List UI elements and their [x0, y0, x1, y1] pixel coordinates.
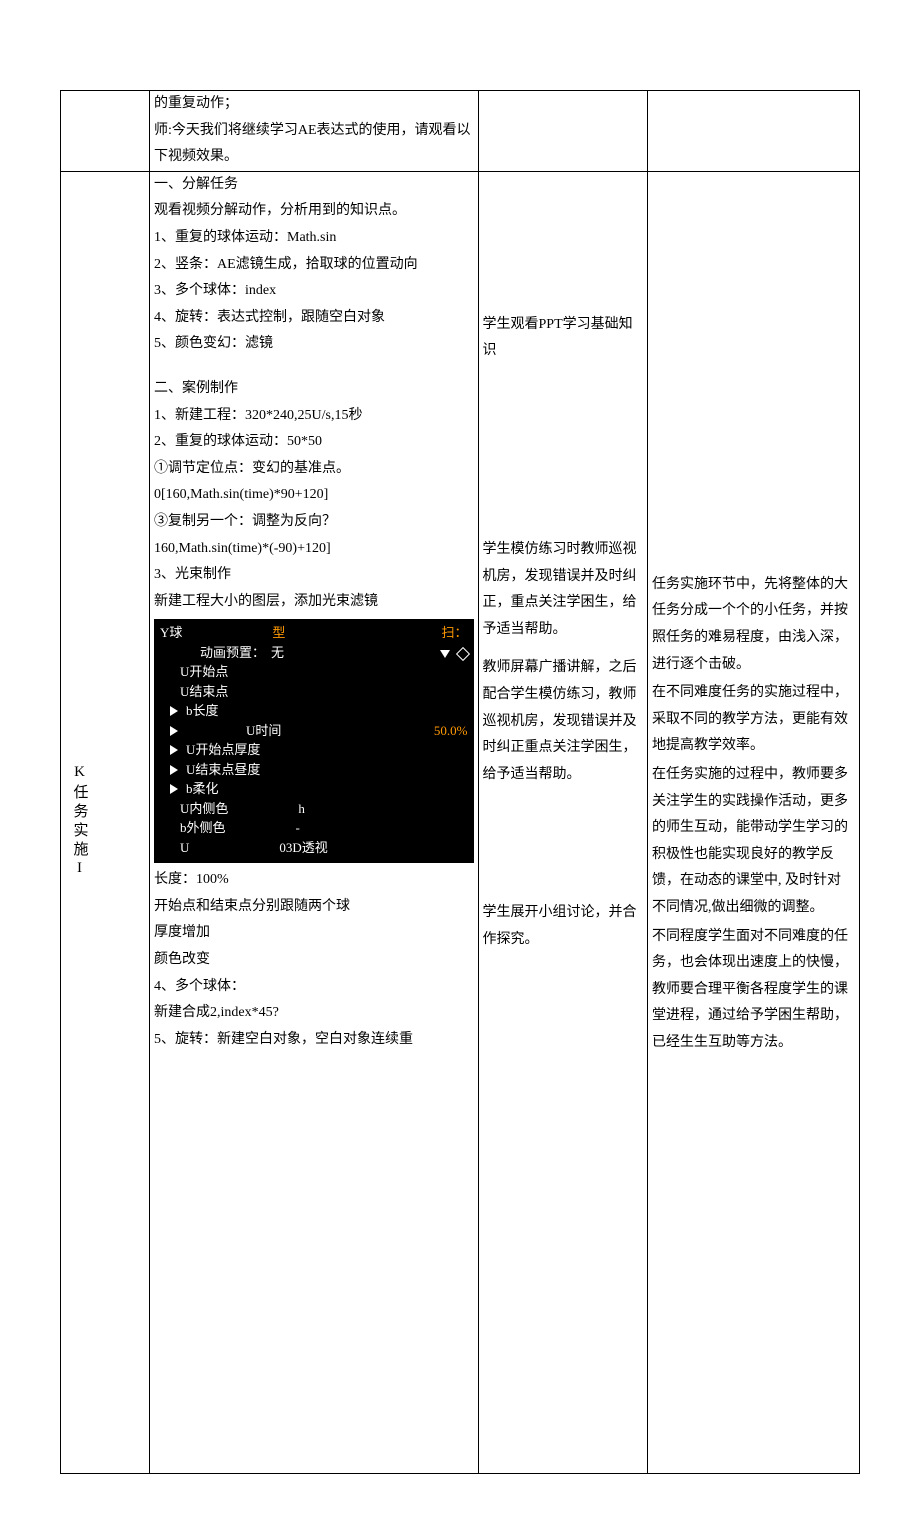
row-task: K任务实施I 一、分解任务 观看视频分解动作，分析用到的知识点。 1、重复的球体…: [61, 171, 860, 1473]
panel-preset-label: 动画预置：: [200, 643, 265, 663]
sec1-line4: 3、多个球体：index: [154, 278, 474, 305]
expand-triangle-icon: [170, 765, 178, 775]
panel-line-end: U结束点: [160, 682, 468, 702]
sec2-line3: ①调节定位点：变幻的基准点。: [154, 456, 474, 483]
row-intro-label-cell: [61, 91, 150, 172]
after-line-4: 颜色改变: [154, 947, 474, 974]
intent-para-4: 不同程度学生面对不同难度的任务，也会体现出速度上的快慢，教师要合理平衡各程度学生…: [652, 924, 855, 1057]
lesson-plan-table: 的重复动作； 师:今天我们将继续学习AE表达式的使用，请观看以下视频效果。 K任…: [60, 90, 860, 1474]
panel-row-end-thick: U结束点昼度: [160, 760, 468, 780]
sec2-line1: 1、新建工程：320*240,25U/s,15秒: [154, 403, 474, 430]
panel-row-time-label: U时间: [246, 721, 281, 741]
intent-para-2: 在不同难度任务的实施过程中，采取不同的教学方法，更能有效地提高教学效率。: [652, 680, 855, 760]
panel-inner-color-l: U内侧色: [180, 799, 228, 819]
expand-triangle-icon: [170, 726, 178, 736]
row-intro: 的重复动作； 师:今天我们将继续学习AE表达式的使用，请观看以下视频效果。: [61, 91, 860, 172]
after-line-1: 长度：100%: [154, 867, 474, 894]
after-line-3: 厚度增加: [154, 920, 474, 947]
panel-outer-color-r: -: [296, 818, 300, 838]
task-content-cell: 一、分解任务 观看视频分解动作，分析用到的知识点。 1、重复的球体运动：Math…: [150, 171, 479, 1473]
panel-row-3d: U 03D透视: [160, 838, 468, 858]
panel-row-inner-color: U内侧色 h: [160, 799, 468, 819]
dropdown-triangle-icon: [440, 650, 450, 658]
panel-row-start-thick-label: U开始点厚度: [186, 740, 260, 760]
after-line-5: 4、多个球体：: [154, 974, 474, 1001]
activity-block-1: 学生观看PPT学习基础知识: [483, 312, 644, 365]
row-task-label-cell: K任务实施I: [61, 171, 150, 1473]
panel-row-outer-color: b外侧色 -: [160, 818, 468, 838]
design-intent-cell: 任务实施环节中，先将整体的大任务分成一个个的小任务，并按照任务的难易程度，由浅入…: [648, 171, 860, 1473]
after-line-6: 新建合成2,index*45?: [154, 1000, 474, 1027]
ae-effect-panel: Y球 型 扫： 动画预置： 无 U开始点 U结束点 b长度: [154, 619, 474, 863]
panel-row-time: U时间 50.0%: [160, 721, 468, 741]
row-intro-col3: [478, 91, 648, 172]
panel-preset-icons: [436, 643, 467, 663]
sec1-line6: 5、颜色变幻：滤镜: [154, 331, 474, 358]
sec1-line1: 观看视频分解动作，分析用到的知识点。: [154, 198, 474, 225]
panel-3d-l: U: [180, 838, 189, 858]
after-line-7: 5、旋转：新建空白对象，空白对象连续重: [154, 1027, 474, 1054]
sec2-title: 二、案例制作: [154, 376, 474, 403]
panel-header: Y球 型 扫：: [160, 623, 468, 643]
panel-row-end-thick-label: U结束点昼度: [186, 760, 260, 780]
panel-row-length-label: b长度: [186, 701, 219, 721]
sec2-line8: 新建工程大小的图层，添加光束滤镜: [154, 589, 474, 616]
intro-line-1: 的重复动作；: [154, 91, 474, 118]
after-line-2: 开始点和结束点分别跟随两个球: [154, 894, 474, 921]
sec2-line2: 2、重复的球体运动：50*50: [154, 429, 474, 456]
sec1-line3: 2、竖条：AE滤镜生成，拾取球的位置动向: [154, 252, 474, 279]
sec1-line2: 1、重复的球体运动：Math.sin: [154, 225, 474, 252]
sec1-title: 一、分解任务: [154, 172, 474, 199]
panel-header-left: Y球: [160, 623, 182, 643]
panel-preset-value: 无: [271, 643, 284, 663]
expand-triangle-icon: [170, 784, 178, 794]
sec1-line5: 4、旋转：表达式控制，跟随空白对象: [154, 305, 474, 332]
expand-triangle-icon: [170, 706, 178, 716]
panel-preset-row: 动画预置： 无: [160, 643, 468, 663]
panel-inner-color-r: h: [298, 799, 305, 819]
activity-block-3: 教师屏幕广播讲解，之后配合学生模仿练习，教师巡视机房，发现错误并及时纠正重点关注…: [483, 655, 644, 788]
sec2-line6: 160,Math.sin(time)*(-90)+120]: [154, 536, 474, 563]
expand-triangle-icon: [170, 745, 178, 755]
diamond-icon: [455, 647, 469, 661]
sec2-line4: 0[160,Math.sin(time)*90+120]: [154, 482, 474, 509]
row-task-label: K任务实施I: [65, 172, 94, 1473]
row-intro-col4: [648, 91, 860, 172]
row-intro-content: 的重复动作； 师:今天我们将继续学习AE表达式的使用，请观看以下视频效果。: [150, 91, 479, 172]
activity-cell: 学生观看PPT学习基础知识 学生模仿练习时教师巡视机房，发现错误并及时纠正，重点…: [478, 171, 648, 1473]
sec2-line5: ③复制另一个：调整为反向？: [154, 509, 474, 536]
panel-outer-color-l: b外侧色: [180, 818, 226, 838]
activity-block-4: 学生展开小组讨论，并合作探究。: [483, 900, 644, 953]
intent-para-1: 任务实施环节中，先将整体的大任务分成一个个的小任务，并按照任务的难易程度，由浅入…: [652, 572, 855, 678]
panel-row-soften-label: b柔化: [186, 779, 219, 799]
panel-header-right: 扫：: [441, 623, 467, 643]
panel-row-length: b长度: [160, 701, 468, 721]
activity-block-2: 学生模仿练习时教师巡视机房，发现错误并及时纠正，重点关注学困生，给予适当帮助。: [483, 537, 644, 643]
panel-header-mid: 型: [272, 623, 285, 643]
panel-3d-r: 03D透视: [279, 838, 327, 858]
intro-line-2: 师:今天我们将继续学习AE表达式的使用，请观看以下视频效果。: [154, 118, 474, 171]
panel-row-time-value: 50.0%: [434, 721, 468, 741]
panel-row-start-thick: U开始点厚度: [160, 740, 468, 760]
sec2-line7: 3、光束制作: [154, 562, 474, 589]
panel-row-soften: b柔化: [160, 779, 468, 799]
panel-line-start: U开始点: [160, 662, 468, 682]
intent-para-3: 在任务实施的过程中，教师要多关注学生的实践操作活动，更多的师生互动，能带动学生学…: [652, 762, 855, 922]
